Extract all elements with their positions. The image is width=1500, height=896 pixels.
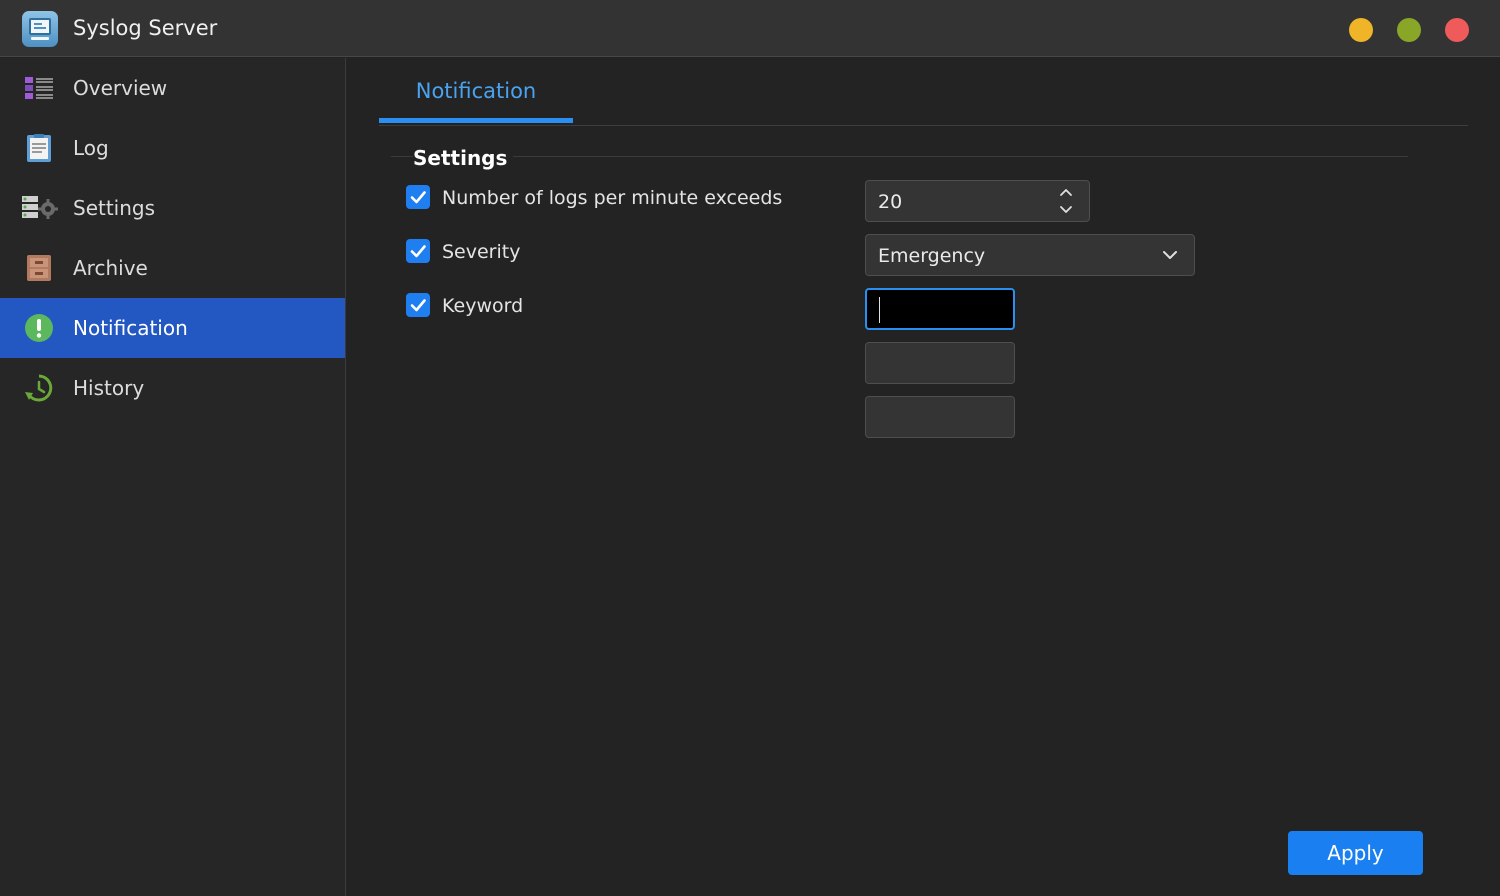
- sidebar-item-label: Log: [73, 136, 109, 160]
- checkmark-icon: [410, 299, 426, 312]
- severity-label: Severity: [442, 241, 521, 263]
- sidebar-item-overview[interactable]: Overview: [0, 58, 345, 118]
- sidebar-item-label: Settings: [73, 196, 156, 220]
- apply-button[interactable]: Apply: [1288, 831, 1423, 875]
- chevron-up-icon[interactable]: [1059, 187, 1073, 197]
- text-caret: [879, 297, 880, 323]
- sidebar-item-notification[interactable]: Notification: [0, 298, 345, 358]
- logs-per-minute-stepper[interactable]: 20: [865, 180, 1090, 222]
- keyword-input-3[interactable]: [865, 396, 1015, 438]
- keyword-input-1[interactable]: [865, 288, 1015, 330]
- sidebar-item-log[interactable]: Log: [0, 118, 345, 178]
- sidebar-item-label: History: [73, 376, 145, 400]
- severity-checkbox[interactable]: [406, 239, 430, 263]
- maximize-button[interactable]: [1397, 18, 1421, 42]
- logs-per-minute-checkbox[interactable]: [406, 185, 430, 209]
- logs-per-minute-label: Number of logs per minute exceeds: [442, 187, 783, 209]
- logs-per-minute-value: 20: [878, 191, 903, 213]
- sidebar-item-label: Archive: [73, 256, 148, 280]
- chevron-down-icon[interactable]: [1059, 205, 1073, 215]
- checkmark-icon: [410, 191, 426, 204]
- chevron-down-icon: [1163, 251, 1177, 259]
- checkmark-icon: [410, 245, 426, 258]
- severity-selected-value: Emergency: [878, 245, 986, 267]
- sidebar-item-history[interactable]: History: [0, 358, 345, 418]
- keyword-checkbox[interactable]: [406, 293, 430, 317]
- sidebar: Overview Log Settings Archive Notificati…: [0, 58, 346, 896]
- notification-icon: [24, 313, 54, 343]
- severity-select[interactable]: Emergency: [865, 234, 1195, 276]
- archive-icon: [24, 253, 54, 283]
- title-bar: Syslog Server: [0, 0, 1500, 57]
- history-icon: [24, 373, 54, 403]
- tab-divider: [379, 125, 1468, 126]
- keyword-input-2[interactable]: [865, 342, 1015, 384]
- sidebar-item-label: Notification: [73, 316, 188, 340]
- section-title: Settings: [413, 144, 514, 172]
- overview-icon: [24, 73, 54, 103]
- keyword-label: Keyword: [442, 295, 524, 317]
- window-title: Syslog Server: [73, 16, 218, 40]
- close-button[interactable]: [1445, 18, 1469, 42]
- syslog-server-app-icon: [22, 11, 58, 47]
- tab-notification[interactable]: Notification: [379, 58, 573, 124]
- sidebar-item-label: Overview: [73, 76, 168, 100]
- log-icon: [24, 133, 54, 163]
- section-divider: [391, 156, 1408, 157]
- sidebar-item-archive[interactable]: Archive: [0, 238, 345, 298]
- sidebar-item-settings[interactable]: Settings: [0, 178, 345, 238]
- tab-active-indicator: [379, 118, 573, 123]
- settings-icon: [21, 193, 59, 223]
- minimize-button[interactable]: [1349, 18, 1373, 42]
- tab-label: Notification: [415, 79, 537, 103]
